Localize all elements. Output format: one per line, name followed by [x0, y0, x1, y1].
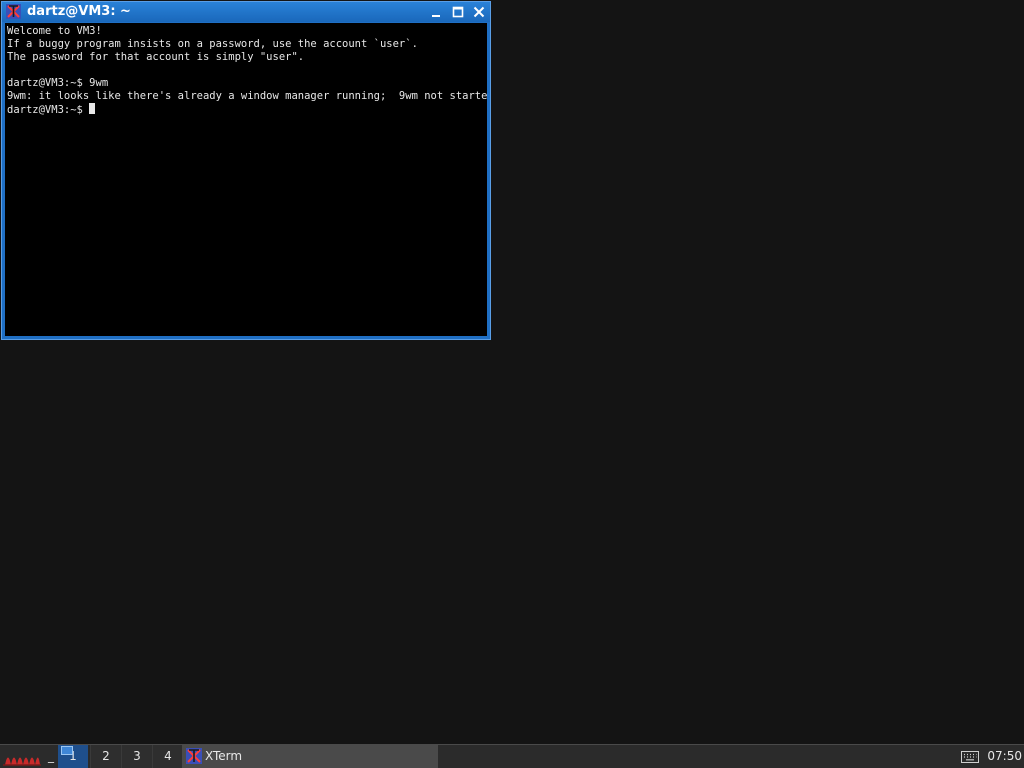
close-icon[interactable]	[471, 4, 487, 20]
minimize-icon[interactable]	[428, 4, 444, 20]
xterm-icon	[186, 748, 202, 764]
workspace-2-button[interactable]: 2	[90, 745, 121, 768]
workspace-label: 4	[164, 749, 172, 763]
workspace-label: 3	[133, 749, 141, 763]
terminal-prompt-line: dartz@VM3:~$	[7, 103, 487, 116]
start-menu-icon[interactable]	[2, 746, 42, 767]
terminal-area[interactable]: Welcome to VM3! If a buggy program insis…	[5, 23, 487, 336]
xterm-window[interactable]: dartz@VM3: ~ Welcome to VM3! If a buggy …	[1, 1, 491, 340]
window-titlebar[interactable]: dartz@VM3: ~	[2, 2, 490, 22]
workspace-4-button[interactable]: 4	[152, 745, 183, 768]
terminal-output: Welcome to VM3! If a buggy program insis…	[7, 25, 487, 116]
maximize-icon[interactable]	[450, 4, 466, 20]
terminal-prompt: dartz@VM3:~$	[7, 104, 90, 116]
taskbar: _ 1 2 3 4 XTerm 07:50	[0, 744, 1024, 768]
workspace-3-button[interactable]: 3	[121, 745, 152, 768]
window-title: dartz@VM3: ~	[27, 4, 131, 19]
xterm-icon[interactable]	[6, 4, 21, 19]
clock[interactable]: 07:50	[984, 745, 1022, 768]
terminal-cursor	[89, 103, 96, 114]
terminal-line: 9wm: it looks like there's already a win…	[7, 90, 487, 102]
terminal-line: dartz@VM3:~$ 9wm	[7, 77, 109, 89]
terminal-line: The password for that account is simply …	[7, 51, 305, 63]
terminal-line: If a buggy program insists on a password…	[7, 38, 418, 50]
taskbar-item-xterm[interactable]: XTerm	[182, 745, 438, 768]
workspace-label: 2	[102, 749, 110, 763]
desktop: dartz@VM3: ~ Welcome to VM3! If a buggy …	[0, 0, 1024, 744]
terminal-line: Welcome to VM3!	[7, 25, 102, 37]
keyboard-icon[interactable]	[961, 749, 979, 764]
workspace-1-button[interactable]: 1	[58, 745, 88, 768]
window-thumbnail-icon	[61, 746, 73, 755]
show-desktop-button[interactable]: _	[45, 747, 57, 766]
taskbar-item-label: XTerm	[205, 749, 243, 763]
